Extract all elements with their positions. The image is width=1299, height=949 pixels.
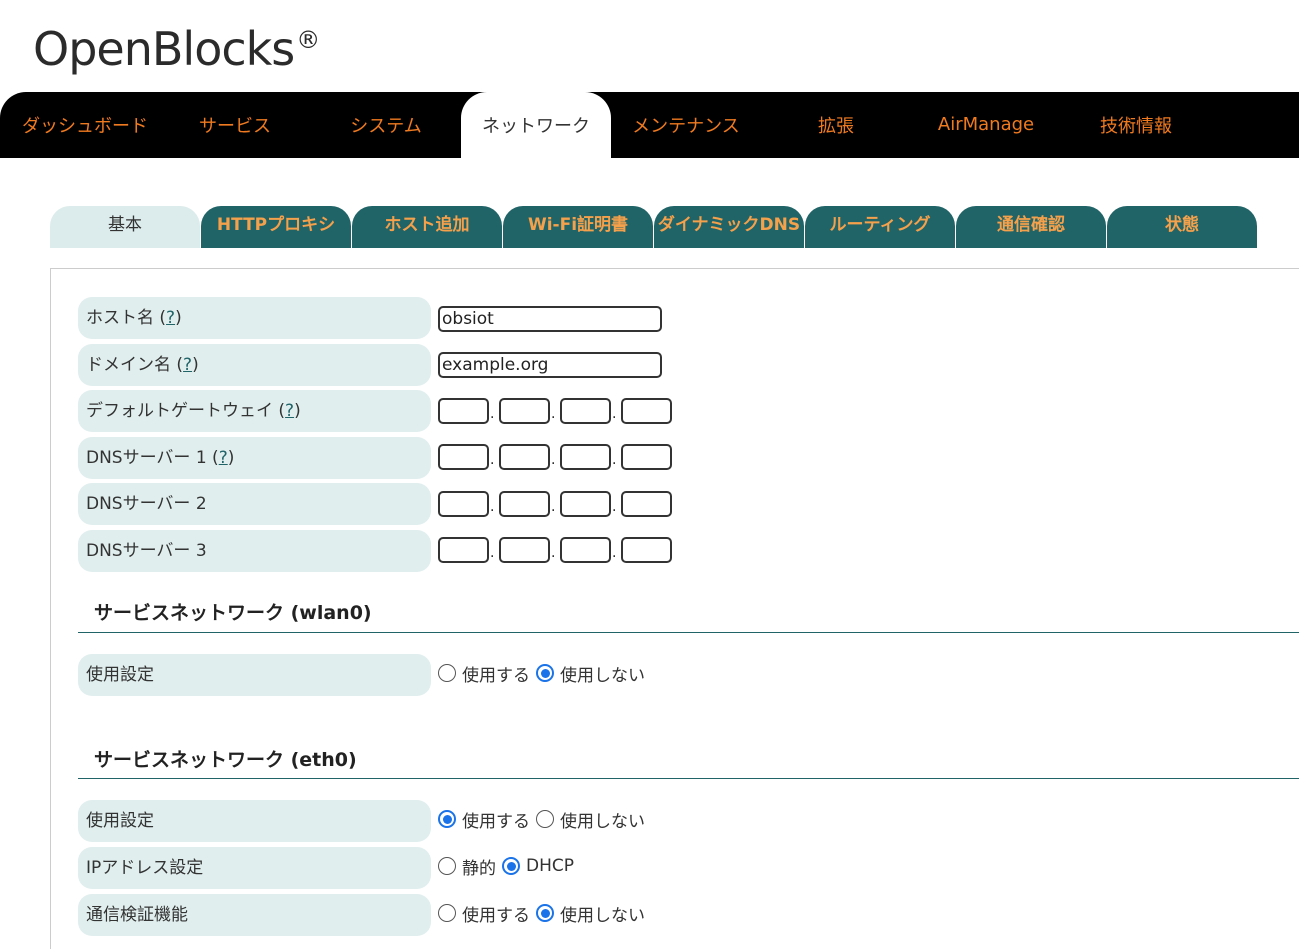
wlan0-section-title: サービスネットワーク (wlan0)	[94, 602, 372, 624]
ip-separator: .	[490, 499, 495, 515]
tab-routing[interactable]: ルーティング	[805, 206, 955, 248]
dns3-octet-1[interactable]	[438, 537, 489, 563]
radio-label: 使用しない	[560, 905, 645, 926]
hostname-help-link[interactable]: ?	[166, 308, 175, 328]
gateway-help-link[interactable]: ?	[285, 401, 294, 421]
ip-separator: .	[490, 406, 495, 422]
gateway-label: デフォルトゲートウェイ (?)	[78, 390, 431, 432]
dns2-octet-3[interactable]	[560, 491, 611, 517]
ip-separator: .	[490, 545, 495, 561]
nav-maintenance[interactable]: メンテナンス	[611, 92, 761, 158]
ip-separator: .	[612, 545, 617, 561]
gateway-octet-1[interactable]	[438, 398, 489, 424]
ip-separator: .	[612, 452, 617, 468]
ip-separator: .	[551, 545, 556, 561]
dns1-octet-4[interactable]	[621, 444, 672, 470]
dns2-octet-4[interactable]	[621, 491, 672, 517]
tab-ddns[interactable]: ダイナミックDNS	[654, 206, 804, 248]
eth0-verify-enable-radio[interactable]	[438, 904, 456, 922]
dns3-label: DNSサーバー 3	[78, 530, 431, 572]
eth0-ip-mode-radio-group: 静的 DHCP	[438, 851, 580, 881]
eth0-usage-label: 使用設定	[78, 800, 431, 842]
nav-extension[interactable]: 拡張	[761, 92, 911, 158]
nav-network[interactable]: ネットワーク	[461, 92, 611, 158]
eth0-ip-dhcp-radio[interactable]	[502, 857, 520, 875]
nav-system[interactable]: システム	[311, 92, 461, 158]
gateway-octet-4[interactable]	[621, 398, 672, 424]
dns1-octet-3[interactable]	[560, 444, 611, 470]
nav-tech-info[interactable]: 技術情報	[1061, 92, 1211, 158]
gateway-octet-3[interactable]	[560, 398, 611, 424]
domain-help-link[interactable]: ?	[183, 355, 192, 375]
dns3-octet-2[interactable]	[499, 537, 550, 563]
dns1-help-link[interactable]: ?	[219, 448, 228, 468]
tab-basic[interactable]: 基本	[50, 206, 200, 248]
eth0-section-title: サービスネットワーク (eth0)	[94, 749, 357, 771]
ip-separator: .	[551, 452, 556, 468]
nav-dashboard[interactable]: ダッシュボード	[10, 92, 160, 158]
eth0-verify-radio-group: 使用する 使用しない	[438, 898, 651, 928]
ip-separator: .	[612, 406, 617, 422]
dns2-label: DNSサーバー 2	[78, 483, 431, 525]
tab-status[interactable]: 状態	[1107, 206, 1257, 248]
hostname-input[interactable]: obsiot	[438, 306, 662, 332]
eth0-ip-mode-label: IPアドレス設定	[78, 847, 431, 889]
radio-label: 使用しない	[560, 811, 645, 832]
radio-label: 使用する	[462, 811, 530, 832]
dns3-octet-4[interactable]	[621, 537, 672, 563]
dns2-octet-2[interactable]	[499, 491, 550, 517]
eth0-verify-disable-radio[interactable]	[536, 904, 554, 922]
eth0-ip-static-radio[interactable]	[438, 857, 456, 875]
dns1-label: DNSサーバー 1 (?)	[78, 437, 431, 479]
tab-connectivity-check[interactable]: 通信確認	[956, 206, 1106, 248]
nav-airmanage[interactable]: AirManage	[911, 92, 1061, 158]
ip-separator: .	[551, 406, 556, 422]
gateway-octet-2[interactable]	[499, 398, 550, 424]
ip-separator: .	[612, 499, 617, 515]
radio-label: 使用する	[462, 905, 530, 926]
radio-label: DHCP	[526, 856, 574, 876]
openblocks-logo: OpenBlocks®	[33, 22, 320, 76]
eth0-usage-disable-radio[interactable]	[536, 810, 554, 828]
ip-separator: .	[551, 499, 556, 515]
nav-service[interactable]: サービス	[160, 92, 310, 158]
section-divider	[78, 778, 1299, 779]
dns1-octet-2[interactable]	[499, 444, 550, 470]
eth0-verify-label: 通信検証機能	[78, 894, 431, 936]
eth0-usage-radio-group: 使用する 使用しない	[438, 804, 651, 834]
dns3-octet-3[interactable]	[560, 537, 611, 563]
tab-wifi-cert[interactable]: Wi-Fi証明書	[503, 206, 653, 248]
radio-label: 静的	[462, 858, 496, 879]
wlan0-usage-label: 使用設定	[78, 654, 431, 696]
radio-label: 使用する	[462, 665, 530, 686]
hostname-label: ホスト名 (?)	[78, 297, 431, 339]
eth0-usage-enable-radio[interactable]	[438, 810, 456, 828]
dns1-octet-1[interactable]	[438, 444, 489, 470]
dns2-octet-1[interactable]	[438, 491, 489, 517]
wlan0-usage-disable-radio[interactable]	[536, 664, 554, 682]
domain-label: ドメイン名 (?)	[78, 344, 431, 386]
radio-label: 使用しない	[560, 665, 645, 686]
wlan0-usage-enable-radio[interactable]	[438, 664, 456, 682]
section-divider	[78, 632, 1299, 633]
domain-input[interactable]: example.org	[438, 352, 662, 378]
tab-http-proxy[interactable]: HTTPプロキシ	[201, 206, 351, 248]
ip-separator: .	[490, 452, 495, 468]
wlan0-usage-radio-group: 使用する 使用しない	[438, 658, 651, 688]
main-nav: ダッシュボード サービス システム ネットワーク メンテナンス 拡張 AirMa…	[0, 92, 1299, 158]
tab-host-add[interactable]: ホスト追加	[352, 206, 502, 248]
